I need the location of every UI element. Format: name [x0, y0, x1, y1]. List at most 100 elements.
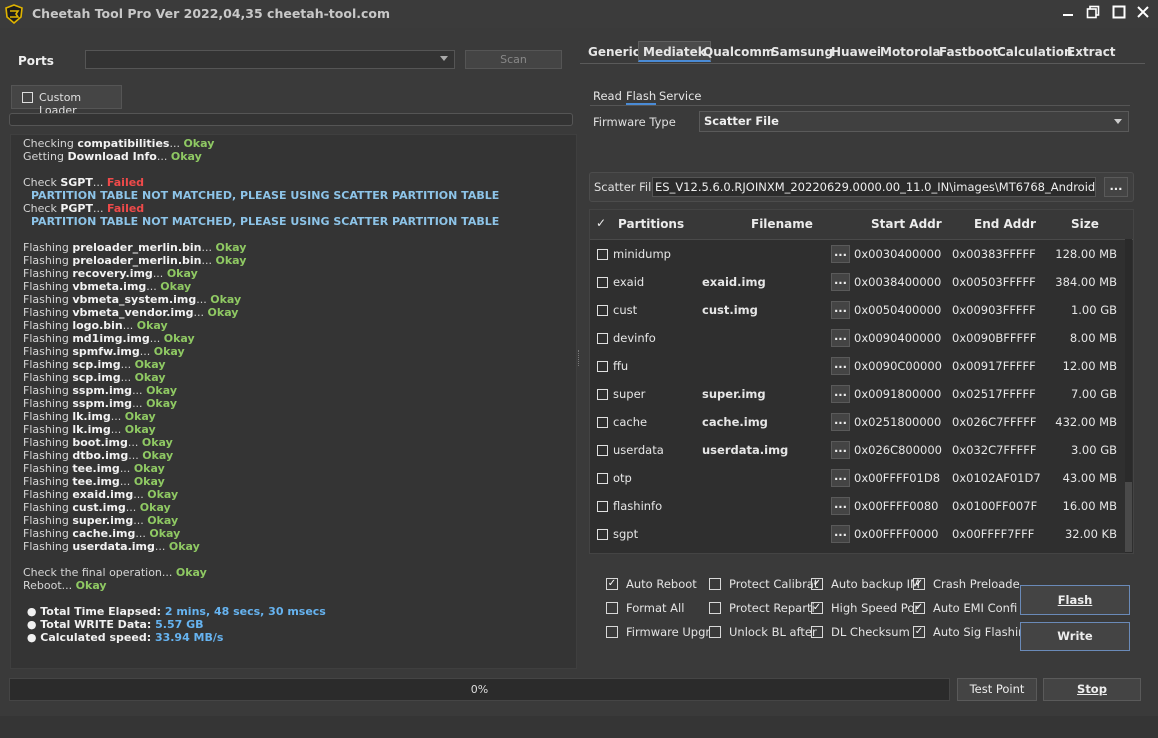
checkbox-unchecked-icon[interactable]: [606, 602, 618, 614]
table-row[interactable]: exaid exaid.img... 0x0038400000 0x00503FFFF…: [590, 268, 1125, 296]
custom-loader-toggle[interactable]: Custom Loader: [11, 85, 122, 117]
checkbox-unchecked-icon[interactable]: [709, 602, 721, 614]
subtab-service[interactable]: Service: [659, 89, 702, 103]
row-checkbox[interactable]: [597, 445, 608, 456]
tab-generic[interactable]: Generic: [588, 45, 640, 59]
row-checkbox[interactable]: [597, 305, 608, 316]
close-button[interactable]: [1131, 3, 1155, 25]
minimize-button[interactable]: [1056, 3, 1080, 25]
row-checkbox[interactable]: [597, 529, 608, 540]
checkbox-checked-icon[interactable]: ✓: [913, 626, 925, 638]
browse-file-button[interactable]: ...: [831, 385, 850, 403]
tab-fastboot[interactable]: Fastboot: [939, 45, 998, 59]
option-auto-backup-im[interactable]: ✓ Auto backup IM: [811, 577, 919, 593]
maximize-button[interactable]: [1107, 3, 1131, 25]
tab-qualcomm[interactable]: Qualcomm: [703, 45, 774, 59]
browse-file-button[interactable]: ...: [831, 441, 850, 459]
row-checkbox[interactable]: [597, 501, 608, 512]
browse-file-button[interactable]: ...: [831, 357, 850, 375]
header-start-addr[interactable]: Start Addr: [871, 217, 942, 231]
header-partitions[interactable]: Partitions: [618, 217, 684, 231]
table-row[interactable]: devinfo... 0x0090400000 0x0090BFFFFF 8.00 M…: [590, 324, 1125, 352]
scan-button[interactable]: Scan: [465, 50, 562, 69]
header-size[interactable]: Size: [1071, 217, 1099, 231]
subtab-flash[interactable]: Flash: [626, 89, 657, 105]
row-checkbox[interactable]: [597, 389, 608, 400]
option-protect-reparti[interactable]: Protect Reparti: [709, 601, 823, 617]
checkbox-unchecked-icon[interactable]: [709, 578, 721, 590]
scatter-file-input[interactable]: ES_V12.5.6.0.RJOINXM_20220629.0000.00_11…: [652, 177, 1096, 197]
row-checkbox[interactable]: [597, 277, 608, 288]
row-checkbox[interactable]: [597, 473, 608, 484]
custom-loader-checkbox[interactable]: [22, 92, 33, 103]
checkbox-unchecked-icon[interactable]: [709, 626, 721, 638]
tab-extract[interactable]: Extract: [1067, 45, 1116, 59]
option-protect-calibrat[interactable]: Protect Calibrat: [709, 577, 823, 593]
checkbox-checked-icon[interactable]: ✓: [811, 602, 823, 614]
option-label: Firmware Upgra: [626, 625, 710, 639]
stop-button[interactable]: Stop: [1043, 678, 1141, 701]
log-text: ...: [132, 384, 147, 397]
splitter-handle[interactable]: [578, 350, 581, 366]
browse-file-button[interactable]: ...: [831, 469, 850, 487]
option-unlock-bl-after[interactable]: Unlock BL after: [709, 625, 823, 641]
browse-file-button[interactable]: ...: [831, 245, 850, 263]
checkbox-checked-icon[interactable]: ✓: [913, 602, 925, 614]
header-filename[interactable]: Filename: [751, 217, 813, 231]
write-button[interactable]: Write: [1020, 622, 1130, 651]
option-auto-sig-flashin[interactable]: ✓ Auto Sig Flashin: [913, 625, 1025, 641]
browse-file-button[interactable]: ...: [831, 525, 850, 543]
checkbox-checked-icon[interactable]: ✓: [811, 578, 823, 590]
tab-motorola[interactable]: Motorola: [880, 45, 941, 59]
select-all-checkbox[interactable]: ✓: [596, 216, 606, 230]
checkbox-unchecked-icon[interactable]: [606, 626, 618, 638]
log-panel[interactable]: Checking compatibilities... Okay Getting …: [10, 134, 577, 669]
table-row[interactable]: cust cust.img... 0x0050400000 0x00903FFFFF 1…: [590, 296, 1125, 324]
checkbox-checked-icon[interactable]: ✓: [913, 578, 925, 590]
flash-button[interactable]: Flash: [1020, 585, 1130, 615]
log-text: Flashing: [23, 540, 73, 553]
ports-dropdown[interactable]: [85, 50, 455, 69]
browse-file-button[interactable]: ...: [831, 413, 850, 431]
table-row[interactable]: userdata userdata.img... 0x026C800000 0x032…: [590, 436, 1125, 464]
checkbox-checked-icon[interactable]: ✓: [606, 578, 618, 590]
option-format-all[interactable]: Format All: [606, 601, 710, 617]
row-checkbox[interactable]: [597, 361, 608, 372]
tab-calculation[interactable]: Calculation: [997, 45, 1073, 59]
option-crash-preloade[interactable]: ✓ Crash Preloade: [913, 577, 1025, 593]
row-checkbox[interactable]: [597, 333, 608, 344]
row-checkbox[interactable]: [597, 249, 608, 260]
option-auto-reboot[interactable]: ✓ Auto Reboot: [606, 577, 710, 593]
table-row[interactable]: super super.img... 0x0091800000 0x02517FFFF…: [590, 380, 1125, 408]
option-high-speed-por[interactable]: ✓ High Speed Por: [811, 601, 919, 617]
table-row[interactable]: minidump... 0x0030400000 0x00383FFFFF 128.0…: [590, 240, 1125, 268]
tab-samsung[interactable]: Samsung: [771, 45, 833, 59]
table-row[interactable]: flashinfo... 0x00FFFF0080 0x0100FF007F 16.0…: [590, 492, 1125, 520]
log-line: Flashing recovery.img... Okay: [23, 267, 573, 280]
option-auto-emi-confi[interactable]: ✓ Auto EMI Confi: [913, 601, 1025, 617]
log-line: Flashing userdata.img... Okay: [23, 540, 573, 553]
scatter-browse-button[interactable]: ...: [1104, 177, 1128, 197]
table-scroll-thumb[interactable]: [1125, 482, 1132, 552]
test-point-button[interactable]: Test Point: [957, 678, 1037, 701]
browse-file-button[interactable]: ...: [831, 497, 850, 515]
row-checkbox[interactable]: [597, 417, 608, 428]
table-row[interactable]: sgpt... 0x00FFFF0000 0x00FFFF7FFF 32.00 KB: [590, 520, 1125, 548]
table-row[interactable]: otp... 0x00FFFF01D8 0x0102AF01D7 43.00 MB: [590, 464, 1125, 492]
browse-file-button[interactable]: ...: [831, 301, 850, 319]
log-line: Flashing vbmeta.img... Okay: [23, 280, 573, 293]
option-dl-checksum[interactable]: DL Checksum: [811, 625, 919, 641]
browse-file-button[interactable]: ...: [831, 273, 850, 291]
restore-button[interactable]: [1081, 3, 1105, 25]
header-end-addr[interactable]: End Addr: [974, 217, 1036, 231]
option-firmware-upgra[interactable]: Firmware Upgra: [606, 625, 710, 641]
loader-path-field[interactable]: [9, 113, 573, 126]
firmware-type-dropdown[interactable]: Scatter File: [699, 111, 1129, 132]
browse-file-button[interactable]: ...: [831, 329, 850, 347]
table-row[interactable]: ffu... 0x0090C00000 0x00917FFFFF 12.00 MB: [590, 352, 1125, 380]
checkbox-unchecked-icon[interactable]: [811, 626, 823, 638]
table-row[interactable]: cache cache.img... 0x0251800000 0x026C7FFFF…: [590, 408, 1125, 436]
tab-mediatek[interactable]: Mediatek: [638, 41, 711, 62]
tab-huawei[interactable]: Huawei: [831, 45, 881, 59]
subtab-read[interactable]: Read: [593, 89, 622, 103]
